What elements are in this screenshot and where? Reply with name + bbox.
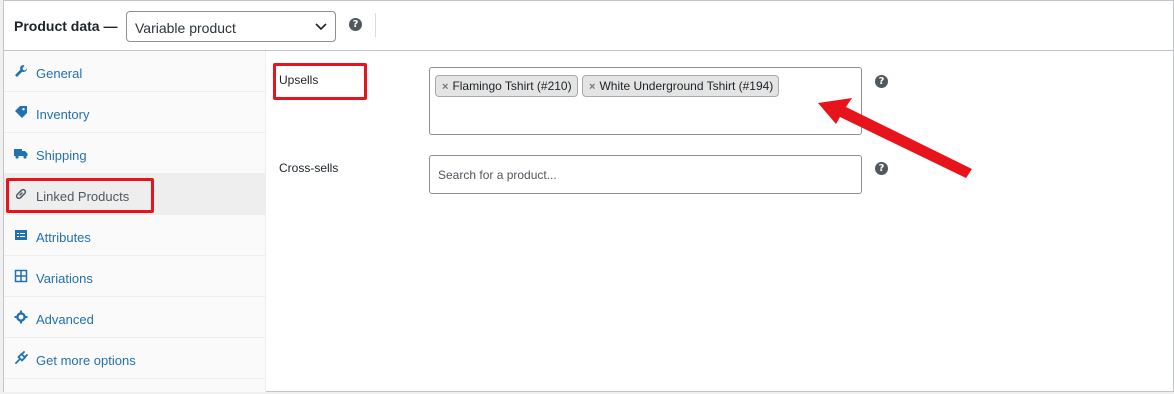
help-icon[interactable]: ? [875,162,888,175]
upsell-chip[interactable]: × Flamingo Tshirt (#210) [435,75,578,97]
tab-advanced[interactable]: Advanced [4,297,265,338]
gear-icon [14,310,28,324]
product-data-panel: Product data — Variable product ? Genera… [3,0,1174,392]
chevron-down-icon [315,23,327,31]
chip-label: White Underground Tshirt (#194) [599,79,774,93]
tab-label: Linked Products [36,189,130,204]
upsell-chip[interactable]: × White Underground Tshirt (#194) [582,75,780,97]
help-icon[interactable]: ? [875,75,888,88]
product-data-header: Product data — Variable product ? [4,1,1173,51]
tab-attributes[interactable]: Attributes [4,215,265,256]
tab-label: Variations [36,271,93,286]
upsells-label: Upsells [279,73,319,87]
tab-label: Advanced [36,312,94,327]
header-divider [375,13,376,37]
product-type-value: Variable product [135,20,236,36]
help-icon[interactable]: ? [349,18,362,31]
wrench-icon [14,64,28,78]
tab-label: Inventory [36,107,90,122]
tab-label: General [36,66,83,81]
tab-inventory[interactable]: Inventory [4,92,265,133]
tab-label: Attributes [36,230,91,245]
cross-sells-label: Cross-sells [279,161,339,175]
tab-variations[interactable]: Variations [4,256,265,297]
grid-icon [14,269,28,283]
product-data-tabs: General Inventory Shipping Linked Produc… [4,51,266,392]
chip-label: Flamingo Tshirt (#210) [452,79,572,93]
tab-general[interactable]: General [4,51,265,92]
product-type-select[interactable]: Variable product [126,11,336,42]
remove-icon[interactable]: × [442,81,448,93]
product-data-title: Product data — [14,18,118,34]
upsells-select[interactable]: × Flamingo Tshirt (#210) × White Undergrou… [429,67,862,135]
linked-products-panel: Upsells × Flamingo Tshirt (#210) × White U… [267,51,1173,391]
truck-icon [14,146,28,160]
tab-get-more-options[interactable]: Get more options [4,338,265,379]
tag-icon [14,105,28,119]
tab-linked-products[interactable]: Linked Products [4,174,265,215]
remove-icon[interactable]: × [589,81,595,93]
tab-shipping[interactable]: Shipping [4,133,265,174]
tab-label: Shipping [36,148,87,163]
list-icon [14,228,28,242]
link-icon [14,187,28,201]
tab-label: Get more options [36,353,136,368]
plugin-icon [14,351,28,365]
cross-sells-search-input[interactable] [429,155,862,194]
